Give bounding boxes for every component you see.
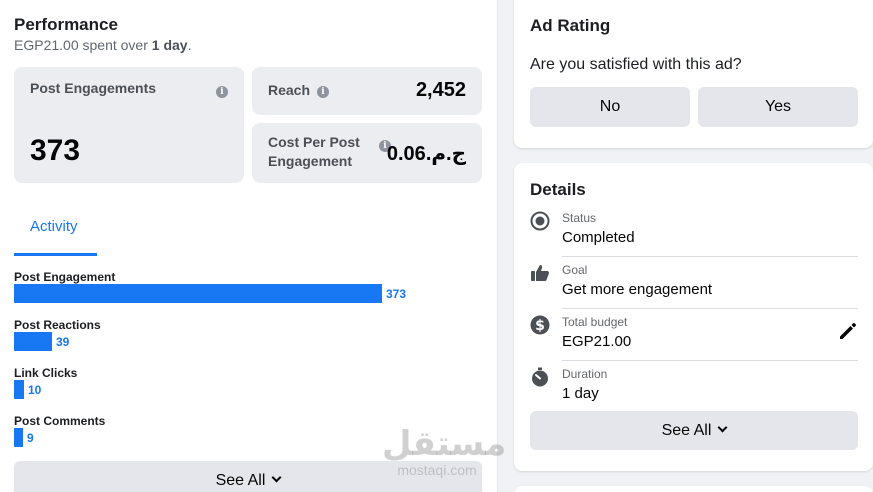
spend-mid-text: spent over xyxy=(78,37,152,53)
thumbs-up-icon xyxy=(531,265,549,281)
cost-label-line1: Cost Per Post xyxy=(268,134,360,150)
see-all-label: See All xyxy=(215,472,266,489)
activity-bar xyxy=(14,332,52,351)
activity-value: 39 xyxy=(56,335,70,349)
reach-value: 2,452 xyxy=(415,79,466,101)
cost-per-engagement-label: Cost Per Post Engagement xyxy=(268,133,360,171)
details-card: Details Status Completed Goal Get more e… xyxy=(514,163,873,471)
detail-row-duration: Duration 1 day xyxy=(530,361,858,413)
next-card xyxy=(514,486,873,492)
ad-rating-question: Are you satisfied with this ad? xyxy=(530,56,742,73)
cost-label-line2: Engagement xyxy=(268,153,353,169)
activity-value: 373 xyxy=(386,287,407,301)
cost-per-engagement-value: ج.م.0.06 xyxy=(386,143,466,165)
spend-suffix: . xyxy=(187,37,192,53)
status-radio-icon xyxy=(530,211,550,231)
activity-bar xyxy=(14,428,23,447)
detail-label: Status xyxy=(562,211,597,225)
watermark-arabic: مستقل xyxy=(382,424,507,464)
post-engagements-value: 373 xyxy=(30,134,81,167)
activity-label: Post Comments xyxy=(14,414,106,428)
detail-label: Goal xyxy=(562,263,588,277)
chevron-down-icon xyxy=(717,422,728,433)
detail-value: Get more engagement xyxy=(562,281,713,298)
detail-row-budget: $ Total budget EGP21.00 xyxy=(530,309,858,361)
detail-value: EGP21.00 xyxy=(562,333,632,350)
spend-duration: 1 day xyxy=(151,37,188,53)
reach-box: Reach i 2,452 xyxy=(252,67,482,115)
watermark-latin: mostaqi.com xyxy=(397,462,477,478)
spend-summary: EGP21.00 spent over 1 day. xyxy=(14,37,191,53)
reach-label: Reach xyxy=(268,82,311,98)
detail-value: 1 day xyxy=(562,385,599,402)
activity-row: Link Clicks 10 xyxy=(14,366,474,402)
post-engagements-label: Post Engagements xyxy=(30,80,157,96)
detail-row-goal: Goal Get more engagement xyxy=(530,257,858,309)
tab-activity[interactable]: Activity xyxy=(14,202,97,256)
ad-rating-title: Ad Rating xyxy=(530,16,611,35)
detail-row-status: Status Completed xyxy=(530,205,858,257)
svg-text:$: $ xyxy=(535,318,545,334)
watermark: مستقل mostaqi.com xyxy=(382,424,507,486)
activity-row: Post Engagement 373 xyxy=(14,270,474,306)
detail-value: Completed xyxy=(562,229,635,246)
tab-activity-label: Activity xyxy=(30,218,78,235)
activity-value: 10 xyxy=(28,383,42,397)
activity-label: Post Engagement xyxy=(14,270,116,284)
chevron-down-icon xyxy=(271,472,282,483)
detail-label: Total budget xyxy=(562,315,628,329)
info-icon[interactable]: i xyxy=(216,86,228,98)
dollar-circle-icon: $ xyxy=(530,315,550,335)
activity-value: 9 xyxy=(27,431,34,445)
ad-rating-card: Ad Rating Are you satisfied with this ad… xyxy=(514,0,873,148)
activity-bar xyxy=(14,284,382,303)
cost-per-engagement-box: Cost Per Post Engagement i ج.م.0.06 xyxy=(252,123,482,183)
detail-label: Duration xyxy=(562,367,608,381)
no-button[interactable]: No xyxy=(530,87,690,127)
activity-label: Post Reactions xyxy=(14,318,101,332)
spend-amount: EGP21.00 xyxy=(14,37,79,53)
stopwatch-icon xyxy=(532,367,548,387)
activity-row: Post Reactions 39 xyxy=(14,318,474,354)
details-title: Details xyxy=(530,180,586,199)
info-icon[interactable]: i xyxy=(317,86,329,98)
performance-card: Performance EGP21.00 spent over 1 day. P… xyxy=(0,0,497,492)
performance-title: Performance xyxy=(14,15,118,34)
yes-button[interactable]: Yes xyxy=(698,87,858,127)
see-all-label: See All xyxy=(661,422,712,439)
activity-label: Link Clicks xyxy=(14,366,78,380)
post-engagements-box: Post Engagements i 373 xyxy=(14,67,244,183)
activity-bar xyxy=(14,380,24,399)
tab-active-underline xyxy=(14,253,97,256)
pencil-edit-icon[interactable] xyxy=(838,321,858,341)
details-see-all-button[interactable]: See All xyxy=(530,411,858,450)
